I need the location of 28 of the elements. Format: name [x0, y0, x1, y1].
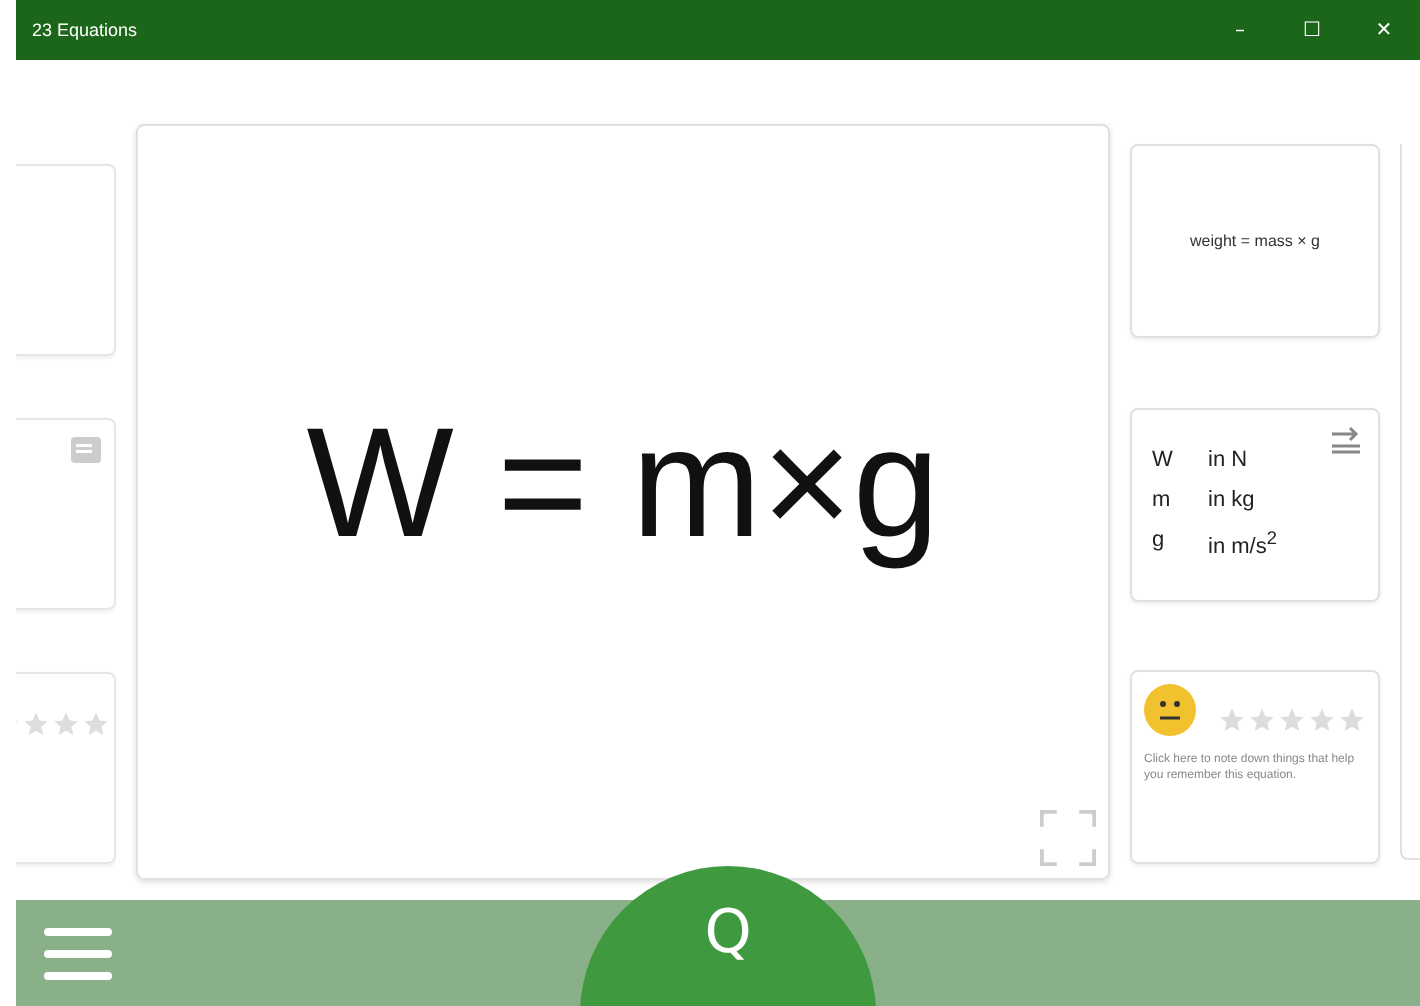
equation-card[interactable]: W = m×g [136, 124, 1110, 880]
window-title: 23 Equations [32, 20, 138, 40]
symbol-label: g [1152, 528, 1167, 557]
star-icon [22, 710, 50, 738]
document-icon[interactable] [70, 436, 102, 464]
star-icon [1248, 706, 1276, 734]
minimize-button[interactable]: – [1204, 19, 1276, 41]
unit-label: in kg [1208, 488, 1257, 513]
star-icon [1218, 706, 1246, 734]
symbol-label: W [1152, 448, 1175, 473]
word-equation: weight = mass × g [1190, 232, 1320, 250]
unit-label: in N [1208, 448, 1250, 473]
maximize-button[interactable]: ☐ [1276, 19, 1348, 41]
neutral-face-icon [1144, 684, 1196, 736]
star-icon [1308, 706, 1336, 734]
star-icon [82, 710, 110, 738]
unit-label: in m/s$^{2}$ [1208, 528, 1277, 560]
quiz-button[interactable]: Q [580, 866, 876, 1006]
star-rating[interactable] [1218, 706, 1366, 734]
menu-icon[interactable] [44, 923, 112, 983]
star-icon [1278, 706, 1306, 734]
swap-icon[interactable] [1330, 425, 1362, 453]
close-button[interactable]: ✕ [1348, 19, 1420, 41]
symbol-label: m [1152, 488, 1173, 513]
star-icon [1338, 706, 1366, 734]
star-icon [52, 710, 80, 738]
equation: W = m×g [306, 391, 940, 573]
fullscreen-icon[interactable] [1040, 810, 1096, 866]
